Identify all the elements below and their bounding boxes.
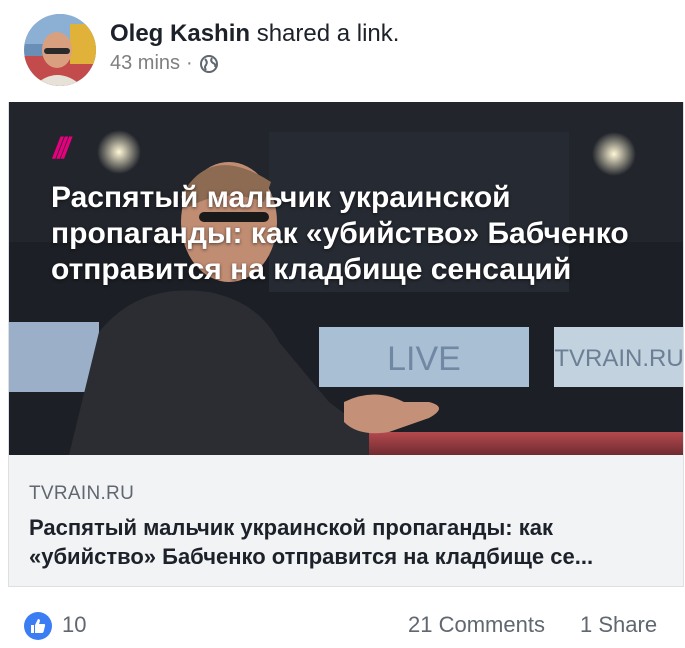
shares-count[interactable]: 1 Share <box>580 612 657 638</box>
link-domain: TVRAIN.RU <box>29 483 135 504</box>
action-text: shared a link. <box>256 20 400 47</box>
link-text[interactable]: TVRAIN.RU Распятый мальчик украинской пр… <box>9 455 683 586</box>
link-image[interactable]: LIVE TVRAIN.RU /// Распятый мальчик укра… <box>9 102 683 455</box>
author-line: Oleg Kashin shared a link. <box>110 20 399 48</box>
tvrain-sign: TVRAIN.RU <box>554 345 683 372</box>
post-time[interactable]: 43 mins <box>110 52 180 75</box>
globe-icon[interactable] <box>199 54 219 74</box>
link-card[interactable]: LIVE TVRAIN.RU /// Распятый мальчик укра… <box>8 102 684 587</box>
like-icon[interactable] <box>24 612 52 640</box>
avatar[interactable] <box>24 14 96 86</box>
author-name[interactable]: Oleg Kashin <box>110 20 250 47</box>
post-header: Oleg Kashin shared a link. 43 mins · <box>0 0 685 100</box>
tvrain-logo: /// <box>53 132 70 165</box>
image-headline: Распятый мальчик украинской пропаганды: … <box>51 181 629 286</box>
comments-count[interactable]: 21 Comments <box>408 612 545 638</box>
like-count[interactable]: 10 <box>62 612 86 638</box>
post-footer: 10 21 Comments 1 Share <box>0 586 685 648</box>
meta-separator: · <box>186 52 193 74</box>
post-meta: 43 mins · <box>110 52 219 75</box>
live-sign: LIVE <box>387 340 461 378</box>
link-title[interactable]: Распятый мальчик украинской пропаганды: … <box>29 513 669 571</box>
